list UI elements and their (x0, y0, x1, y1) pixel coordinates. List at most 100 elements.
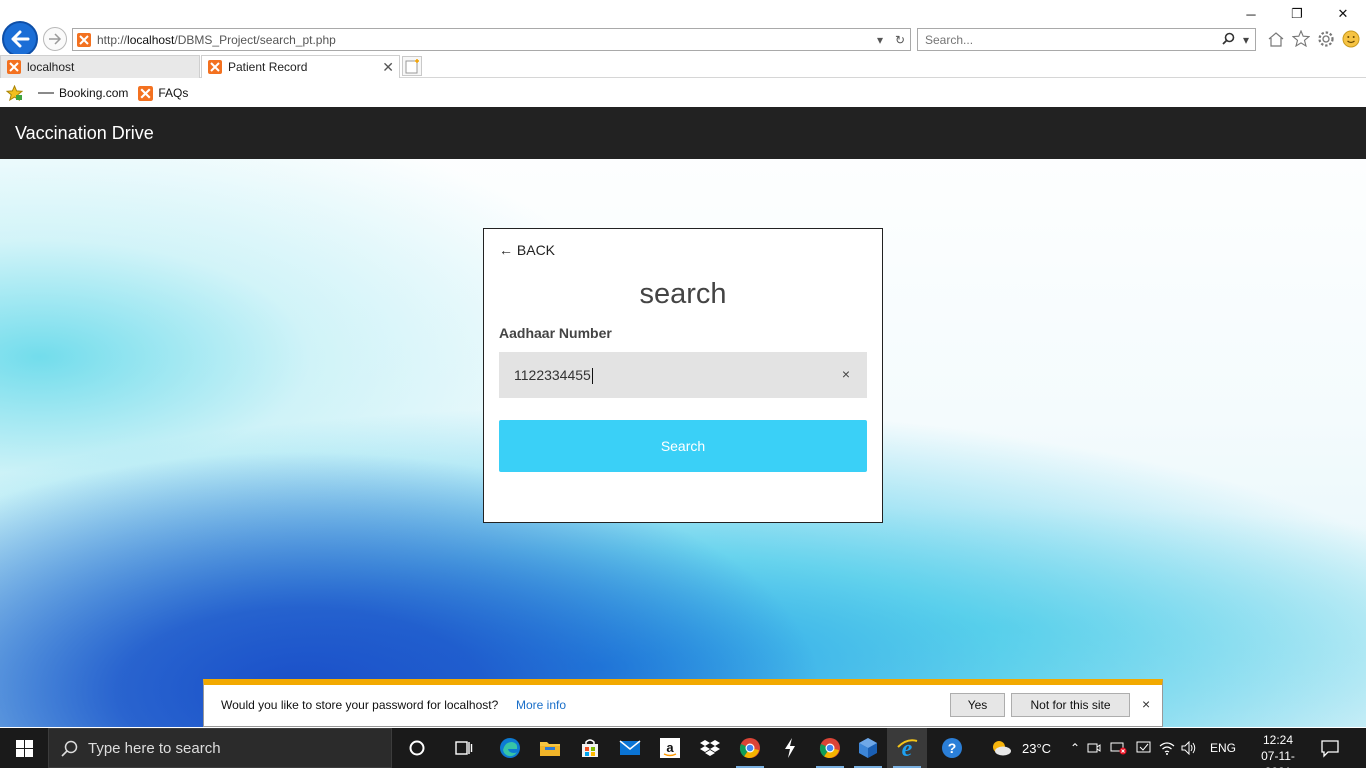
taskbar-clock[interactable]: 12:24 07-11-2021 (1248, 732, 1308, 780)
dropbox-app[interactable] (690, 728, 730, 768)
weather-widget[interactable]: 23°C (990, 728, 1051, 768)
home-icon[interactable] (1266, 29, 1285, 48)
not-for-this-site-button[interactable]: Not for this site (1011, 693, 1130, 717)
search-icon (61, 740, 78, 757)
favorite-label: Booking.com (59, 86, 129, 100)
help-question-icon: ? (942, 738, 962, 758)
meet-now-icon[interactable] (1082, 741, 1106, 755)
cortana-circle-icon (409, 740, 425, 756)
aadhaar-label: Aadhaar Number (499, 325, 612, 341)
clock-time: 12:24 (1262, 733, 1294, 747)
favorites-bar: Booking.com FAQs (0, 80, 1366, 106)
new-tab-button[interactable] (402, 56, 422, 76)
svg-text:?: ? (948, 740, 957, 756)
forward-arrow-button[interactable] (43, 27, 67, 51)
network-error-icon[interactable] (1106, 741, 1132, 755)
onedrive-icon[interactable] (1132, 741, 1156, 755)
edge-icon (500, 738, 520, 758)
site-brand[interactable]: Vaccination Drive (15, 123, 154, 144)
edge-app[interactable] (490, 728, 530, 768)
folder-icon (540, 742, 560, 756)
virtualbox-cube-icon (859, 738, 877, 758)
tab-localhost[interactable]: localhost (0, 55, 200, 78)
close-window-button[interactable]: ✕ (1320, 4, 1366, 24)
weather-temp: 23°C (1022, 740, 1052, 756)
file-explorer-app[interactable] (530, 728, 570, 768)
tab-label: localhost (27, 60, 75, 74)
cortana-button[interactable] (397, 728, 437, 768)
feedback-smiley-icon[interactable] (1341, 29, 1360, 48)
amazon-icon: a (660, 738, 680, 758)
search-card: ← BACK search Aadhaar Number × Search (483, 228, 883, 523)
restore-button[interactable]: ❐ (1274, 4, 1320, 24)
svg-text:a: a (666, 740, 674, 755)
amazon-app[interactable]: a (650, 728, 690, 768)
input-language[interactable]: ENG (1210, 741, 1236, 755)
system-tray-icons: ⌃ ENG (1068, 728, 1236, 768)
search-dropdown-icon[interactable]: ▾ (1237, 33, 1255, 47)
favorites-star-icon[interactable] (1291, 29, 1310, 48)
windows-taskbar: Type here to search a e ? 23°C ⌃ ENG 12:… (0, 728, 1366, 779)
browser-chrome: http://localhost/DBMS_Project/search_pt.… (0, 0, 1366, 107)
store-bag-icon (582, 739, 598, 757)
favorite-faqs[interactable]: FAQs (138, 85, 188, 101)
store-app[interactable] (570, 728, 610, 768)
back-arrow-icon (11, 30, 30, 48)
clear-input-icon[interactable]: × (842, 366, 850, 382)
xampp-favicon-icon (7, 60, 21, 74)
refresh-icon[interactable]: ↻ (890, 33, 910, 47)
sublime-app[interactable] (770, 728, 810, 768)
taskbar-search-box[interactable]: Type here to search (48, 728, 392, 768)
mail-app[interactable] (610, 728, 650, 768)
clock-date: 07-11-2021 (1261, 749, 1295, 779)
favorite-booking[interactable]: Booking.com (38, 86, 128, 100)
tab-strip: localhost Patient Record ✕ (0, 54, 1366, 78)
add-favorite-star-icon (6, 85, 23, 101)
aadhaar-input[interactable] (499, 352, 839, 398)
task-view-button[interactable] (444, 728, 484, 768)
windows-logo-icon (15, 739, 33, 757)
booking-favicon-icon (38, 92, 54, 94)
weather-sun-cloud-icon (993, 741, 1011, 756)
internet-explorer-icon: e (897, 737, 918, 759)
tab-patient-record[interactable]: Patient Record ✕ (201, 55, 400, 78)
wifi-icon[interactable] (1156, 741, 1178, 755)
address-bar[interactable]: http://localhost/DBMS_Project/search_pt.… (72, 28, 911, 51)
browser-search-box[interactable]: ▾ (917, 28, 1256, 51)
dropbox-icon (700, 740, 720, 756)
save-password-message: Would you like to store your password fo… (221, 698, 499, 712)
search-icon[interactable] (1219, 32, 1237, 48)
back-arrow-button[interactable] (2, 21, 38, 57)
tab-label: Patient Record (228, 60, 308, 74)
window-controls: ─ ❐ ✕ (1228, 4, 1366, 24)
show-hidden-icons-chevron[interactable]: ⌃ (1068, 741, 1082, 755)
new-tab-icon (405, 59, 419, 74)
favorites-center-button[interactable] (6, 85, 28, 101)
start-button[interactable] (0, 728, 48, 768)
volume-icon[interactable] (1178, 741, 1200, 755)
yes-button[interactable]: Yes (950, 693, 1005, 717)
xampp-favicon-icon (138, 85, 154, 101)
chrome-icon (819, 738, 840, 758)
search-button[interactable]: Search (499, 420, 867, 472)
help-app[interactable]: ? (932, 728, 972, 768)
virtualbox-app[interactable] (848, 728, 888, 768)
tab-close-icon[interactable]: ✕ (382, 59, 394, 76)
url-text[interactable]: http://localhost/DBMS_Project/search_pt.… (97, 33, 870, 47)
close-password-bar-icon[interactable]: × (1142, 696, 1150, 712)
chrome-app[interactable] (730, 728, 770, 768)
browser-toolbar-icons (1266, 29, 1360, 48)
address-dropdown-icon[interactable]: ▾ (870, 33, 890, 47)
aadhaar-field[interactable]: × (499, 352, 867, 398)
back-link[interactable]: ← BACK (499, 242, 555, 258)
notification-center-button[interactable] (1320, 738, 1340, 761)
minimize-button[interactable]: ─ (1228, 4, 1274, 24)
browser-search-input[interactable] (925, 32, 1219, 47)
forward-arrow-icon (49, 33, 62, 45)
card-title: search (639, 278, 727, 310)
internet-explorer-app[interactable]: e (887, 728, 927, 768)
settings-gear-icon[interactable] (1316, 29, 1335, 48)
taskbar-search-placeholder: Type here to search (88, 739, 221, 757)
more-info-link[interactable]: More info (516, 698, 566, 712)
chrome-profile-app[interactable] (810, 728, 850, 768)
